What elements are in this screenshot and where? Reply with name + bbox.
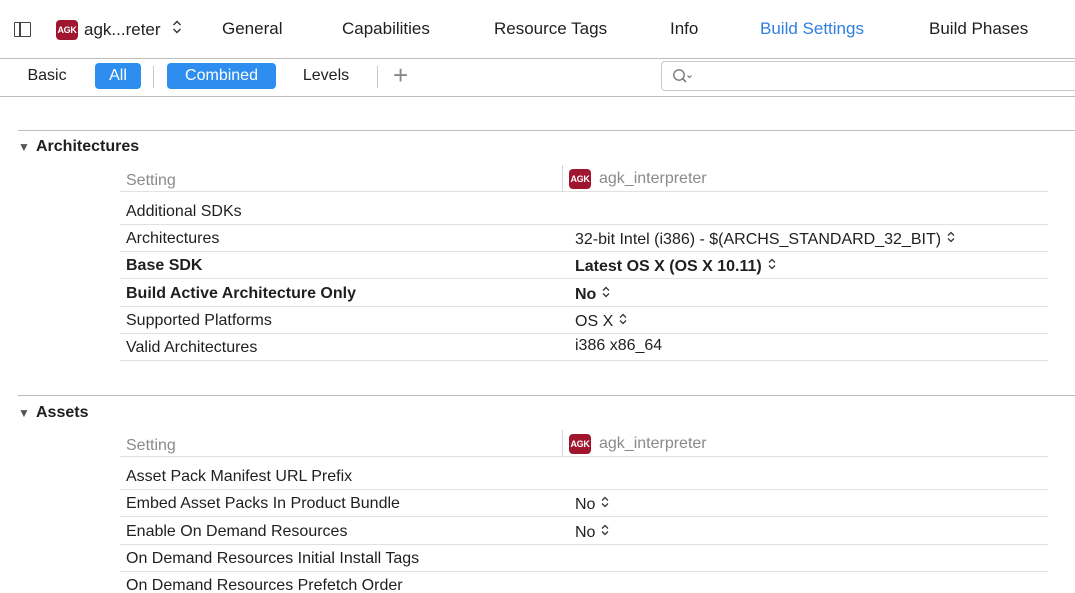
setting-column-label: Setting <box>126 172 176 189</box>
updown-chevron-icon[interactable] <box>600 495 610 512</box>
column-divider <box>562 430 563 457</box>
target-app-icon: AGK <box>56 20 78 40</box>
filter-all-button[interactable]: All <box>95 63 141 89</box>
section-title: Assets <box>36 404 89 421</box>
target-column-label: agk_interpreter <box>599 435 707 452</box>
setting-row-asset-pack-manifest-url-prefix[interactable]: Asset Pack Manifest URL Prefix <box>120 463 1048 490</box>
setting-row-enable-on-demand-resources[interactable]: Enable On Demand Resources No <box>120 518 1048 545</box>
filter-basic-button[interactable]: Basic <box>17 63 77 89</box>
filter-divider <box>377 66 378 88</box>
setting-value[interactable]: i386 x86_64 <box>575 337 662 355</box>
disclosure-triangle-icon[interactable]: ▼ <box>18 140 36 154</box>
updown-chevron-icon[interactable] <box>600 523 610 540</box>
setting-value: OS X <box>575 313 614 330</box>
disclosure-triangle-icon[interactable]: ▼ <box>18 406 36 420</box>
search-icon[interactable] <box>672 67 694 87</box>
settings-column-header: Setting AGK agk_interpreter <box>120 430 1048 457</box>
setting-value-popup[interactable]: No <box>575 523 610 542</box>
filter-divider <box>153 66 154 88</box>
filter-levels-button[interactable]: Levels <box>290 63 362 89</box>
setting-name: Additional SDKs <box>126 203 242 220</box>
setting-name: On Demand Resources Prefetch Order <box>126 577 403 593</box>
setting-row-build-active-architecture-only[interactable]: Build Active Architecture Only No <box>120 280 1048 307</box>
setting-value: 32-bit Intel (i386) - $(ARCHS_STANDARD_3… <box>575 231 942 248</box>
setting-value: No <box>575 524 596 541</box>
setting-value-popup[interactable]: No <box>575 495 610 514</box>
setting-value-popup[interactable]: No <box>575 285 611 304</box>
setting-name: Build Active Architecture Only <box>126 285 356 302</box>
section-divider <box>18 395 1075 396</box>
setting-row-embed-asset-packs[interactable]: Embed Asset Packs In Product Bundle No <box>120 490 1048 517</box>
setting-name: Base SDK <box>126 257 203 274</box>
editor-tab-bar: AGK agk...reter General Capabilities Res… <box>0 0 1075 59</box>
setting-value-popup[interactable]: 32-bit Intel (i386) - $(ARCHS_STANDARD_3… <box>575 230 956 249</box>
setting-value: No <box>575 286 597 303</box>
setting-row-additional-sdks[interactable]: Additional SDKs <box>120 198 1048 225</box>
target-chevron-icon[interactable] <box>172 19 182 39</box>
updown-chevron-icon[interactable] <box>618 312 628 329</box>
section-title: Architectures <box>36 138 140 155</box>
setting-name: Asset Pack Manifest URL Prefix <box>126 468 353 485</box>
setting-name: Supported Platforms <box>126 312 272 329</box>
updown-chevron-icon[interactable] <box>601 285 611 302</box>
target-column-header: AGK agk_interpreter <box>569 169 707 189</box>
column-divider <box>562 165 563 192</box>
setting-row-supported-platforms[interactable]: Supported Platforms OS X <box>120 307 1048 334</box>
setting-value-popup[interactable]: OS X <box>575 312 628 331</box>
setting-name: Valid Architectures <box>126 339 258 356</box>
target-selector[interactable]: agk...reter <box>84 20 161 40</box>
section-architectures[interactable]: ▼ Architectures <box>18 138 139 156</box>
build-settings-filter-bar: Basic All Combined Levels + <box>0 59 1075 97</box>
setting-name: On Demand Resources Initial Install Tags <box>126 550 420 567</box>
tab-general[interactable]: General <box>222 19 282 39</box>
updown-chevron-icon[interactable] <box>767 257 777 274</box>
tab-info[interactable]: Info <box>670 19 698 39</box>
setting-value-popup[interactable]: Latest OS X (OS X 10.11) <box>575 257 777 276</box>
setting-row-base-sdk[interactable]: Base SDK Latest OS X (OS X 10.11) <box>120 252 1048 279</box>
target-app-icon: AGK <box>569 169 591 189</box>
filter-combined-button[interactable]: Combined <box>167 63 276 89</box>
tab-capabilities[interactable]: Capabilities <box>342 19 430 39</box>
setting-name: Embed Asset Packs In Product Bundle <box>126 495 400 512</box>
settings-column-header: Setting AGK agk_interpreter <box>120 165 1048 192</box>
setting-value: No <box>575 496 596 513</box>
setting-row-architectures[interactable]: Architectures 32-bit Intel (i386) - $(AR… <box>120 225 1048 252</box>
setting-row-odr-prefetch-order[interactable]: On Demand Resources Prefetch Order <box>120 572 1048 593</box>
tab-resource-tags[interactable]: Resource Tags <box>494 19 607 39</box>
sidebar-toggle-icon[interactable] <box>14 22 31 37</box>
setting-row-valid-architectures[interactable]: Valid Architectures i386 x86_64 <box>120 334 1048 361</box>
setting-name: Architectures <box>126 230 220 247</box>
section-assets[interactable]: ▼ Assets <box>18 404 88 422</box>
setting-column-label: Setting <box>126 437 176 454</box>
target-column-header: AGK agk_interpreter <box>569 434 707 454</box>
search-field[interactable] <box>661 61 1075 91</box>
target-app-icon: AGK <box>569 434 591 454</box>
add-setting-button[interactable]: + <box>393 60 408 91</box>
section-divider <box>18 130 1075 131</box>
tab-build-phases[interactable]: Build Phases <box>929 19 1028 39</box>
updown-chevron-icon[interactable] <box>946 230 956 247</box>
setting-name: Enable On Demand Resources <box>126 523 348 540</box>
target-column-label: agk_interpreter <box>599 170 707 187</box>
setting-row-odr-initial-install-tags[interactable]: On Demand Resources Initial Install Tags <box>120 545 1048 572</box>
setting-value: Latest OS X (OS X 10.11) <box>575 258 762 275</box>
tab-build-settings[interactable]: Build Settings <box>760 19 864 39</box>
